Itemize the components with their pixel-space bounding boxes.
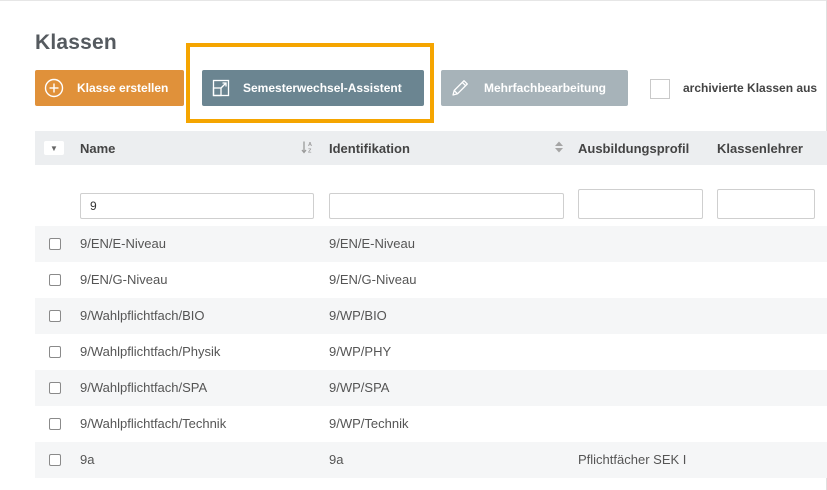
cell-identifikation: 9/WP/SPA [329,380,390,395]
cell-name: 9/Wahlpflichtfach/SPA [80,380,208,395]
highlight-box [186,43,434,123]
cell-name: 9/Wahlpflichtfach/BIO [80,308,205,323]
table-header: ▼ Name AZ Identifikation Ausbildungsprof… [35,131,827,165]
filter-name-input[interactable]: 9 [80,193,314,219]
create-class-button[interactable]: Klasse erstellen [35,70,184,106]
table-row[interactable]: 9a 9a Pflichtfächer SEK I [35,442,827,478]
sort-alpha-icon[interactable]: AZ [301,140,315,157]
plus-circle-icon [44,78,64,98]
cell-identifikation: 9/WP/BIO [329,308,387,323]
caret-down-icon: ▼ [50,143,58,153]
table-body: 9/EN/E-Niveau 9/EN/E-Niveau 9/EN/G-Nivea… [35,226,827,478]
column-header-name[interactable]: Name [80,141,115,156]
filter-klassenlehrer-input[interactable] [717,189,815,219]
table-row[interactable]: 9/EN/G-Niveau 9/EN/G-Niveau [35,262,827,298]
row-checkbox[interactable] [49,418,61,430]
cell-name: 9/Wahlpflichtfach/Technik [80,416,227,431]
cell-name: 9/EN/G-Niveau [80,272,168,287]
row-checkbox[interactable] [49,310,61,322]
multi-edit-button[interactable]: Mehrfachbearbeitung [441,70,628,106]
page-title: Klassen [35,31,117,54]
select-all-dropdown[interactable]: ▼ [44,141,64,155]
cell-identifikation: 9/EN/G-Niveau [329,272,417,287]
svg-text:Z: Z [308,149,312,155]
row-checkbox[interactable] [49,238,61,250]
row-checkbox[interactable] [49,274,61,286]
cell-name: 9/Wahlpflichtfach/Physik [80,344,221,359]
cell-identifikation: 9/EN/E-Niveau [329,236,415,251]
filter-row: 9 [35,165,827,227]
create-class-label: Klasse erstellen [77,81,169,95]
column-header-ausbildungsprofil[interactable]: Ausbildungsprofil [578,141,689,156]
archived-classes-checkbox[interactable] [650,79,670,99]
table-row[interactable]: 9/EN/E-Niveau 9/EN/E-Niveau [35,226,827,262]
archived-classes-label: archivierte Klassen aus [683,81,818,95]
row-checkbox[interactable] [49,346,61,358]
table-row[interactable]: 9/Wahlpflichtfach/BIO 9/WP/BIO [35,298,827,334]
filter-ausbildungsprofil-input[interactable] [578,189,703,219]
multi-edit-label: Mehrfachbearbeitung [484,81,607,95]
cell-name: 9a [80,452,95,467]
table-row[interactable]: 9/Wahlpflichtfach/Physik 9/WP/PHY [35,334,827,370]
cell-identifikation: 9/WP/PHY [329,344,392,359]
cell-name: 9/EN/E-Niveau [80,236,166,251]
sort-icon[interactable] [554,140,564,157]
svg-text:A: A [308,142,312,148]
pencil-icon [450,78,470,98]
top-border [0,0,827,1]
row-checkbox[interactable] [49,382,61,394]
cell-identifikation: 9a [329,452,344,467]
cell-ausbildungsprofil: Pflichtfächer SEK I [578,452,687,467]
row-checkbox[interactable] [49,454,61,466]
cell-identifikation: 9/WP/Technik [329,416,409,431]
table-row[interactable]: 9/Wahlpflichtfach/SPA 9/WP/SPA [35,370,827,406]
table-row[interactable]: 9/Wahlpflichtfach/Technik 9/WP/Technik [35,406,827,442]
column-header-klassenlehrer[interactable]: Klassenlehrer [717,141,803,156]
column-header-identifikation[interactable]: Identifikation [329,141,410,156]
filter-identifikation-input[interactable] [329,193,564,219]
